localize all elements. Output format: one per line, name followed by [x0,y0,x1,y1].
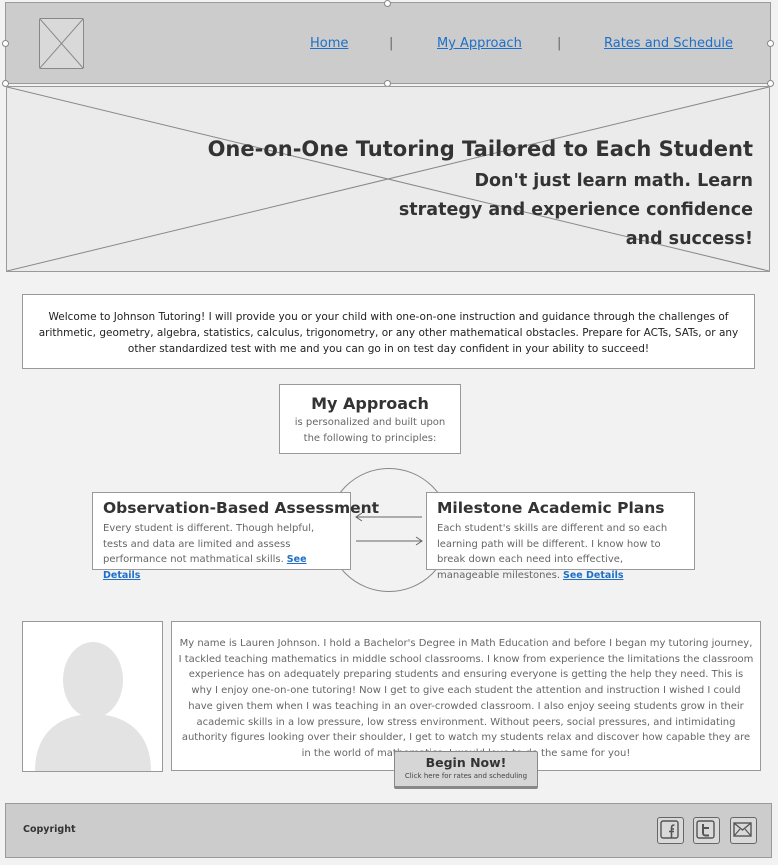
principle-description: Each student's skills are different and … [437,523,668,581]
principle-text: Each student's skills are different and … [437,521,684,583]
person-silhouette-icon [35,642,151,771]
approach-title: My Approach [311,394,429,413]
approach-text: is personalized and built upon the follo… [294,417,446,444]
intro-text-box: Welcome to Johnson Tutoring! I will prov… [22,294,755,369]
hero-banner: One-on-One Tutoring Tailored to Each Stu… [6,86,770,272]
principle-card-observation: Observation-Based Assessment Every stude… [92,492,380,581]
exchange-arrows-icon [355,512,423,546]
selection-handle[interactable] [2,40,9,47]
twitter-icon[interactable] [693,817,720,844]
see-details-link[interactable]: See Details [563,570,623,581]
selection-handle[interactable] [384,0,391,7]
principle-title: Milestone Academic Plans [437,499,665,517]
selection-handle[interactable] [767,40,774,47]
copyright-text: Copyright [23,824,76,835]
nav-home-link[interactable]: Home [310,36,348,51]
cta-title: Begin Now! [425,755,507,770]
avatar-placeholder [22,621,163,772]
footer: Copyright [5,803,772,858]
facebook-icon[interactable] [657,817,684,844]
logo-placeholder[interactable] [39,18,84,69]
cta-subtitle: Click here for rates and scheduling [404,772,528,780]
bio-text-box: My name is Lauren Johnson. I hold a Bach… [171,621,761,771]
nav-separator: | [389,36,394,51]
principle-card-milestone: Milestone Academic Plans Each student's … [426,492,695,581]
hero-subtitle: Don't just learn math. Learn strategy an… [398,171,753,249]
nav-separator: | [557,36,562,51]
hero-title: One-on-One Tutoring Tailored to Each Stu… [207,137,753,161]
nav-my-approach-link[interactable]: My Approach [437,36,522,51]
principle-description: Every student is different. Though helpf… [103,523,315,565]
principle-title: Observation-Based Assessment [103,499,380,517]
intro-text: Welcome to Johnson Tutoring! I will prov… [38,311,739,355]
header: Home | My Approach | Rates and Schedule [5,2,771,84]
bio-text: My name is Lauren Johnson. I hold a Bach… [178,638,754,759]
nav-rates-schedule-link[interactable]: Rates and Schedule [604,36,733,51]
begin-now-button[interactable]: Begin Now! Click here for rates and sche… [394,751,538,789]
email-icon[interactable] [730,817,757,844]
approach-box: My Approach is personalized and built up… [279,384,461,454]
principle-text: Every student is different. Though helpf… [103,521,340,583]
